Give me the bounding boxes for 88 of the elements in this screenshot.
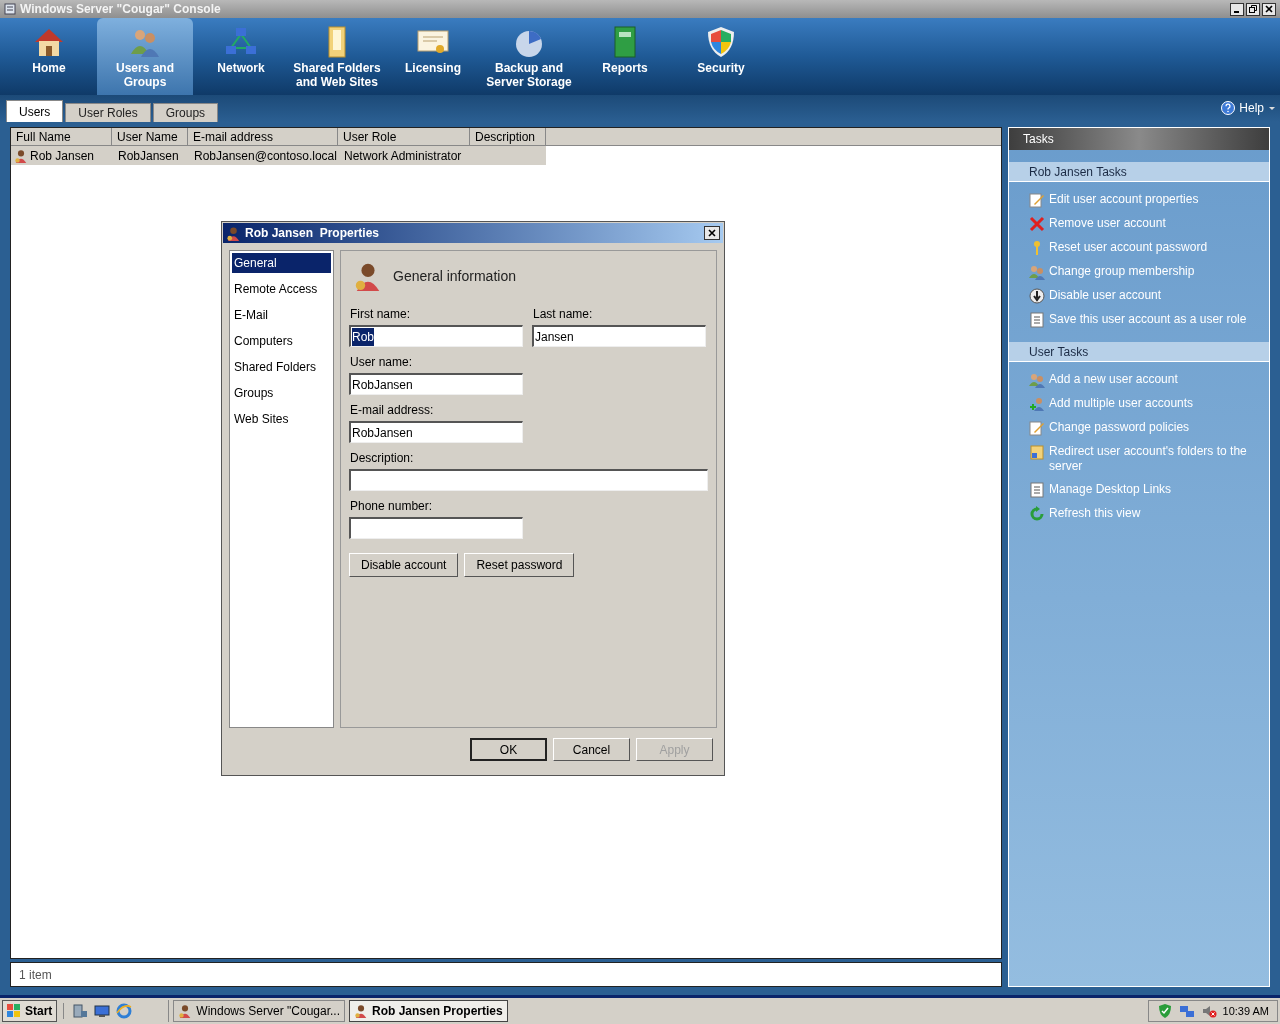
start-button[interactable]: Start	[2, 1000, 58, 1022]
page-list-item[interactable]: E-Mail	[232, 305, 331, 325]
column-header: User Role	[338, 128, 470, 146]
page-list-item[interactable]: Web Sites	[232, 409, 331, 429]
field-label: Description:	[349, 451, 415, 465]
shield-check-icon	[1156, 1003, 1173, 1019]
text-field[interactable]: Jansen	[532, 325, 706, 347]
dialog-button[interactable]: Cancel	[553, 738, 630, 761]
network-computers-icon	[1178, 1003, 1195, 1019]
table-cell-text: Rob Jansen	[30, 147, 95, 165]
close-icon	[1265, 5, 1273, 13]
users-icon	[1029, 264, 1045, 280]
tab[interactable]: Users	[6, 100, 64, 122]
cross-icon	[1029, 216, 1045, 232]
action-button[interactable]: Reset password	[464, 553, 575, 577]
document-list-icon	[1029, 482, 1045, 498]
taskbar-button[interactable]: Windows Server "Cougar...	[173, 1000, 345, 1022]
column-header: Full Name	[11, 128, 112, 146]
section-header: User Tasks	[1009, 342, 1269, 362]
user-icon	[14, 148, 28, 163]
taskbar-button[interactable]: Rob Jansen Properties	[349, 1000, 508, 1022]
restore-icon	[1249, 5, 1257, 13]
field-label: User name:	[349, 355, 414, 369]
tab[interactable]: Groups	[152, 103, 219, 122]
nav-tab[interactable]: Reports	[577, 18, 673, 95]
user-add-icon	[1029, 396, 1045, 412]
tab[interactable]: User Roles	[65, 103, 151, 122]
page-list-item[interactable]: Computers	[232, 331, 331, 351]
help-icon	[1221, 101, 1236, 115]
restore-button[interactable]	[1246, 2, 1260, 16]
page-list-item[interactable]: Remote Access	[232, 279, 331, 299]
text-field[interactable]: RobJansen	[349, 421, 523, 443]
close-icon	[708, 229, 716, 237]
column-header: Description	[470, 128, 546, 146]
close-button[interactable]	[704, 226, 720, 240]
table-cell-text: Network Administrator	[344, 147, 462, 165]
column-header: E-mail address	[188, 128, 338, 146]
app-icon	[4, 3, 16, 15]
nav-tab[interactable]: Backup and Server Storage	[481, 18, 577, 95]
desktop-icon[interactable]	[94, 1003, 111, 1019]
page-list-item[interactable]: Shared Folders	[232, 357, 331, 377]
clock: 10:39 AM	[1222, 1003, 1269, 1019]
caret-icon	[1268, 104, 1276, 112]
app-window-icon	[354, 1004, 368, 1018]
refresh-icon	[1029, 506, 1045, 522]
page-list-item[interactable]: General	[232, 253, 331, 273]
nav-tab[interactable]: Users and Groups	[97, 18, 193, 95]
users-icon	[1029, 372, 1045, 388]
field-label: Last name:	[532, 307, 594, 321]
pencil-note-icon	[1029, 192, 1045, 208]
field-label: Phone number:	[349, 499, 434, 513]
nav-tab[interactable]: Home	[1, 18, 97, 95]
server-manager-icon[interactable]	[72, 1003, 89, 1019]
field-label: First name:	[349, 307, 411, 321]
text-field[interactable]	[349, 469, 708, 491]
text-field[interactable]: Rob	[349, 325, 523, 347]
page-heading: General information	[393, 266, 516, 286]
document-list-icon	[1029, 312, 1045, 328]
help-button[interactable]: Help	[1221, 99, 1276, 117]
action-button[interactable]: Disable account	[349, 553, 459, 577]
tasks-title: Tasks	[1023, 131, 1054, 148]
table-row[interactable]: Rob Jansen RobJansen RobJansen@contoso.local Network Administrator	[11, 146, 546, 165]
nav-tab[interactable]: Network	[193, 18, 289, 95]
column-header: User Name	[112, 128, 188, 146]
section-header: Rob Jansen Tasks	[1009, 162, 1269, 182]
table-cell-text: RobJansen	[118, 147, 179, 165]
browser-icon[interactable]	[116, 1003, 133, 1019]
speaker-muted-icon	[1200, 1003, 1217, 1019]
minimize-button[interactable]	[1230, 2, 1244, 16]
text-field[interactable]	[349, 517, 523, 539]
down-arrow-circle-icon	[1029, 288, 1045, 304]
close-button[interactable]	[1262, 2, 1276, 16]
pencil-note-icon	[1029, 420, 1045, 436]
dialog-title: Rob Jansen Properties	[245, 225, 380, 242]
nav-tab[interactable]: Security	[673, 18, 769, 95]
status-text: 1 item	[19, 966, 52, 984]
window-title: Windows Server "Cougar" Console	[20, 1, 221, 18]
app-window-icon	[178, 1004, 193, 1018]
user-key-icon	[226, 225, 241, 241]
folder-icon	[1029, 444, 1045, 460]
field-label: E-mail address:	[349, 403, 435, 417]
page-list-item[interactable]: Groups	[232, 383, 331, 403]
text-field[interactable]: RobJansen	[349, 373, 523, 395]
nav-tab[interactable]: Licensing	[385, 18, 481, 95]
table-cell-text: RobJansen@contoso.local	[194, 147, 337, 165]
nav-tab[interactable]: Shared Folders and Web Sites	[289, 18, 385, 95]
dialog-button[interactable]: OK	[470, 738, 547, 761]
windows-logo-icon	[7, 1004, 21, 1018]
